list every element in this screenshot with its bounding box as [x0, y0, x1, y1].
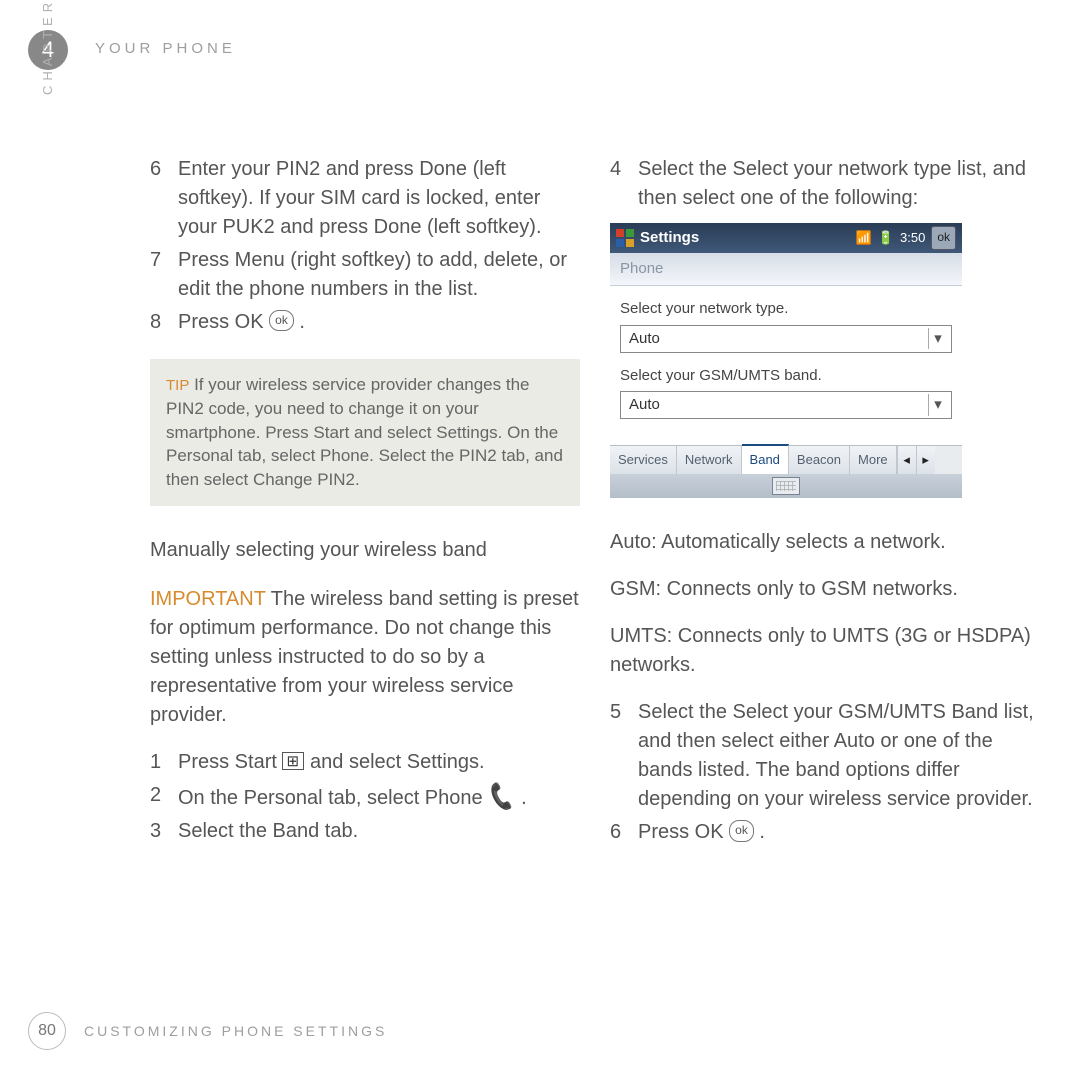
- step-text: Select the Select your network type list…: [638, 155, 1040, 213]
- signal-icon: 📶: [856, 229, 872, 248]
- right-column: 4 Select the Select your network type li…: [610, 155, 1040, 851]
- sip-bar: [610, 474, 962, 498]
- keyboard-icon[interactable]: [772, 477, 800, 495]
- screenshot-subtitle: Phone: [610, 253, 962, 286]
- option-auto: Auto: Automatically selects a network.: [610, 528, 1040, 557]
- step-number: 4: [610, 155, 638, 213]
- step-text: Enter your PIN2 and press Done (left sof…: [178, 155, 580, 242]
- screenshot-tabs: Services Network Band Beacon More ◂ ▸: [610, 445, 962, 474]
- windows-flag-icon: [616, 229, 634, 247]
- step-text: Select the Band tab.: [178, 817, 580, 846]
- step-number: 7: [150, 246, 178, 304]
- step-6b: 6 Press OK ok .: [610, 818, 1040, 847]
- step-text-post: Settings.: [407, 751, 485, 773]
- network-type-value: Auto: [629, 328, 660, 350]
- step-6: 6 Enter your PIN2 and press Done (left s…: [150, 155, 580, 242]
- band-value: Auto: [629, 394, 660, 416]
- step-number: 3: [150, 817, 178, 846]
- tip-text: If your wireless service provider change…: [166, 375, 563, 489]
- step-text: Select the Select your GSM/UMTS Band lis…: [638, 698, 1040, 814]
- step2-1: 1 Press Start and select Settings.: [150, 748, 580, 777]
- battery-icon: 🔋: [878, 229, 894, 248]
- screenshot-titlebar: Settings 📶 🔋 3:50 ok: [610, 223, 962, 253]
- tab-beacon[interactable]: Beacon: [789, 446, 850, 474]
- step-text: Press OK ok .: [178, 308, 580, 337]
- network-type-dropdown[interactable]: Auto ▾: [620, 325, 952, 353]
- step-text-pre: On the Personal tab, select Phone: [178, 787, 488, 809]
- chapter-label-vertical: CHAPTER: [40, 0, 55, 95]
- header-title: YOUR PHONE: [95, 40, 236, 57]
- tab-band[interactable]: Band: [742, 444, 789, 474]
- step-number: 8: [150, 308, 178, 337]
- step-number: 2: [150, 781, 178, 813]
- chevron-down-icon: ▾: [928, 394, 947, 416]
- option-gsm: GSM: Connects only to GSM networks.: [610, 575, 1040, 604]
- step-text-pre: Press Start: [178, 751, 282, 773]
- screenshot-body: Select your network type. Auto ▾ Select …: [610, 286, 962, 446]
- step-8: 8 Press OK ok .: [150, 308, 580, 337]
- step-text-post: .: [759, 821, 765, 843]
- step-5: 5 Select the Select your GSM/UMTS Band l…: [610, 698, 1040, 814]
- ok-icon: ok: [269, 310, 294, 331]
- band-label: Select your GSM/UMTS band.: [620, 365, 952, 387]
- step-number: 5: [610, 698, 638, 814]
- step2-2: 2 On the Personal tab, select Phone 📞 .: [150, 781, 580, 813]
- screenshot-time: 3:50: [900, 229, 925, 248]
- ok-icon: ok: [729, 820, 754, 841]
- important-paragraph: IMPORTANT The wireless band setting is p…: [150, 585, 580, 730]
- option-umts: UMTS: Connects only to UMTS (3G or HSDPA…: [610, 622, 1040, 680]
- step-text-post: .: [299, 311, 305, 333]
- step-text-post: .: [521, 787, 527, 809]
- step-7: 7 Press Menu (right softkey) to add, del…: [150, 246, 580, 304]
- step-number: 6: [150, 155, 178, 242]
- tab-network[interactable]: Network: [677, 446, 742, 474]
- footer: 80 CUSTOMIZING PHONE SETTINGS: [28, 1012, 387, 1050]
- screenshot-title: Settings: [640, 227, 856, 249]
- page-number-badge: 80: [28, 1012, 66, 1050]
- tab-services[interactable]: Services: [610, 446, 677, 474]
- windows-start-icon: [282, 752, 304, 770]
- tab-scroll-left-icon[interactable]: ◂: [897, 446, 916, 474]
- step-text: Press Menu (right softkey) to add, delet…: [178, 246, 580, 304]
- phone-icon: 📞: [485, 778, 520, 816]
- step-text-pre: Press OK: [178, 311, 269, 333]
- step-text-mid: and select: [310, 751, 407, 773]
- band-dropdown[interactable]: Auto ▾: [620, 391, 952, 419]
- tip-box: TIP If your wireless service provider ch…: [150, 359, 580, 506]
- step-text: On the Personal tab, select Phone 📞 .: [178, 781, 580, 813]
- footer-section-title: CUSTOMIZING PHONE SETTINGS: [84, 1023, 387, 1039]
- screenshot-status: 📶 🔋 3:50 ok: [856, 226, 956, 249]
- step-4: 4 Select the Select your network type li…: [610, 155, 1040, 213]
- step2-3: 3 Select the Band tab.: [150, 817, 580, 846]
- step-text: Press Start and select Settings.: [178, 748, 580, 777]
- network-type-label: Select your network type.: [620, 298, 952, 320]
- tab-more[interactable]: More: [850, 446, 897, 474]
- tip-label: TIP: [166, 377, 189, 394]
- content-columns: 6 Enter your PIN2 and press Done (left s…: [150, 155, 1040, 851]
- step-text: Press OK ok .: [638, 818, 1040, 847]
- screenshot-ok-button[interactable]: ok: [931, 226, 956, 249]
- step-number: 6: [610, 818, 638, 847]
- chevron-down-icon: ▾: [928, 328, 947, 350]
- important-label: IMPORTANT: [150, 588, 266, 610]
- tab-scroll-right-icon[interactable]: ▸: [916, 446, 935, 474]
- step-number: 1: [150, 748, 178, 777]
- left-column: 6 Enter your PIN2 and press Done (left s…: [150, 155, 580, 851]
- step-text-pre: Press OK: [638, 821, 729, 843]
- phone-screenshot: Settings 📶 🔋 3:50 ok Phone Select your n…: [610, 223, 962, 498]
- subheading: Manually selecting your wireless band: [150, 536, 580, 565]
